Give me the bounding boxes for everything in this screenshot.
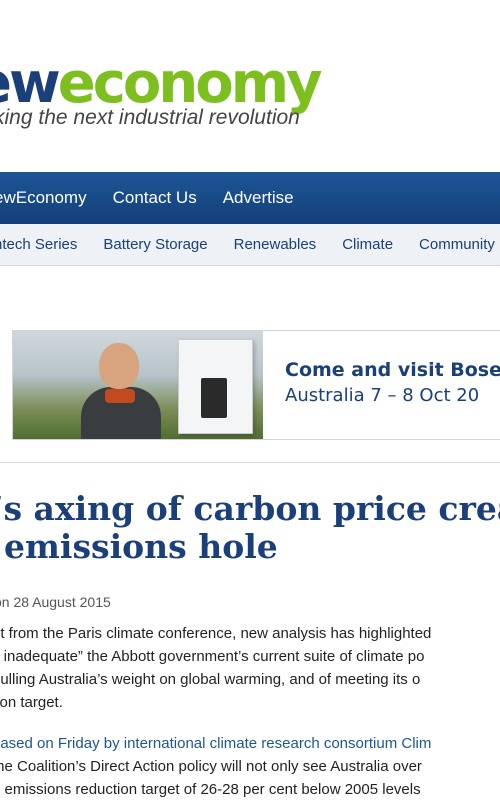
category-renewables[interactable]: Renewables: [234, 236, 317, 253]
paragraph-1-line: pulling Australia’s weight on global war…: [0, 671, 421, 688]
paragraph-2-line: 0 emissions reduction target of 26-28 pe…: [0, 781, 421, 798]
paragraph-1-line: tion target.: [0, 694, 63, 711]
primary-nav: ewEconomy Contact Us Advertise: [0, 172, 500, 224]
logo-wordmark: eweconomy: [0, 54, 323, 114]
report-link[interactable]: eased on Friday by international climate…: [0, 735, 431, 752]
logo-tagline: king the next industrial revolution: [0, 106, 300, 129]
paragraph-2-line: the Coalition’s Direct Action policy wil…: [0, 758, 422, 775]
ad-photo: [13, 331, 263, 439]
paragraph-2: eased on Friday by international climate…: [0, 732, 500, 800]
category-climate[interactable]: Climate: [342, 236, 393, 253]
ad-copy: Come and visit Bose Australia 7 – 8 Oct …: [285, 359, 500, 406]
ad-person-image: [75, 343, 165, 439]
advertisement-banner[interactable]: Come and visit Bose Australia 7 – 8 Oct …: [12, 330, 500, 440]
nav-item-reneweconomy[interactable]: ewEconomy: [0, 188, 87, 208]
paragraph-1: ut from the Paris climate conference, ne…: [0, 622, 500, 714]
nav-item-contact-us[interactable]: Contact Us: [113, 188, 197, 208]
category-cleantech-series[interactable]: ntech Series: [0, 236, 77, 253]
nav-item-advertise[interactable]: Advertise: [223, 188, 294, 208]
category-nav: ntech Series Battery Storage Renewables …: [0, 224, 500, 266]
headline-line-1: ’s axing of carbon price crea: [0, 489, 500, 528]
article-headline[interactable]: ’s axing of carbon price crea emissions …: [0, 490, 500, 566]
site-logo[interactable]: eweconomy king the next industrial revol…: [0, 48, 500, 138]
paragraph-1-line: y inadequate” the Abbott government’s cu…: [0, 648, 425, 665]
paragraph-1-line: ut from the Paris climate conference, ne…: [0, 625, 432, 642]
ad-headline: Come and visit Bose: [285, 359, 500, 381]
ad-battery-unit: [178, 339, 253, 434]
ad-dates: Australia 7 – 8 Oct 20: [285, 385, 480, 406]
article-body: ut from the Paris climate conference, ne…: [0, 622, 500, 800]
headline-line-2: emissions hole: [4, 527, 278, 566]
category-battery-storage[interactable]: Battery Storage: [103, 236, 207, 253]
divider: [0, 462, 500, 463]
article-dateline: on 28 August 2015: [0, 594, 111, 610]
category-community-power[interactable]: Community Po: [419, 236, 500, 253]
ad-battery-display: [201, 378, 227, 418]
